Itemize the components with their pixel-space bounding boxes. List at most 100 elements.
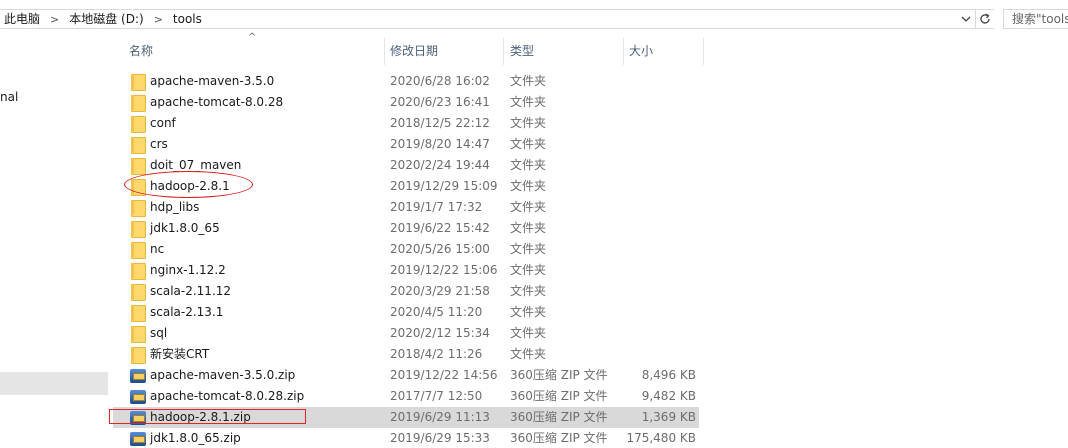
file-date: 2019/6/22 15:42 (390, 221, 490, 235)
table-row[interactable]: nginx-1.12.2 2019/12/22 15:06 文件夹 (113, 260, 699, 281)
file-date: 2019/12/22 14:56 (390, 368, 498, 382)
sort-ascending-icon: ^ (248, 32, 257, 43)
table-row[interactable]: apache-tomcat-8.0.28 2020/6/23 16:41 文件夹 (113, 92, 699, 113)
file-type: 360压缩 ZIP 文件 (510, 431, 608, 445)
file-type: 文件夹 (510, 74, 547, 88)
file-date: 2020/2/24 19:44 (390, 158, 490, 172)
file-type: 文件夹 (510, 326, 547, 340)
file-date: 2018/4/2 11:26 (390, 347, 483, 361)
column-divider[interactable] (384, 38, 385, 65)
folder-icon (130, 305, 146, 322)
table-row[interactable]: jdk1.8.0_65 2019/6/22 15:42 文件夹 (113, 218, 699, 239)
refresh-icon[interactable] (975, 10, 993, 28)
file-name: hdp_libs (150, 200, 200, 214)
address-bar: 此电脑 > 本地磁盘 (D:) > tools 搜索"tools" (0, 0, 1068, 38)
file-type: 文件夹 (510, 158, 547, 172)
folder-icon (130, 200, 146, 217)
breadcrumb-this-pc[interactable]: 此电脑 (0, 10, 44, 28)
file-date: 2019/12/29 15:09 (390, 179, 498, 193)
column-divider[interactable] (503, 38, 504, 65)
file-date: 2019/1/7 17:32 (390, 200, 483, 214)
table-row[interactable]: apache-tomcat-8.0.28.zip 2017/7/7 12:50 36… (113, 386, 699, 407)
table-row[interactable]: scala-2.11.12 2020/3/29 21:58 文件夹 (113, 281, 699, 302)
file-name: nginx-1.12.2 (150, 263, 226, 277)
file-name: apache-maven-3.5.0 (150, 74, 275, 88)
breadcrumb-drive-d[interactable]: 本地磁盘 (D:) (65, 10, 147, 28)
file-date: 2020/2/12 15:34 (390, 326, 490, 340)
table-row[interactable]: sql 2020/2/12 15:34 文件夹 (113, 323, 699, 344)
navigation-pane: nal (0, 38, 108, 448)
file-size: 1,369 KB (641, 410, 696, 424)
file-name: jdk1.8.0_65 (150, 221, 220, 235)
file-name: crs (150, 137, 168, 151)
file-type: 360压缩 ZIP 文件 (510, 368, 608, 382)
table-row[interactable]: apache-maven-3.5.0.zip 2019/12/22 14:56 36… (113, 365, 699, 386)
zip-icon (130, 431, 146, 446)
table-row[interactable]: apache-maven-3.5.0 2020/6/28 16:02 文件夹 (113, 71, 699, 92)
file-date: 2019/6/29 11:13 (390, 410, 490, 424)
file-name: scala-2.11.12 (150, 284, 232, 298)
folder-icon (130, 242, 146, 259)
zip-icon (130, 389, 146, 404)
folder-icon (130, 158, 146, 175)
file-type: 文件夹 (510, 95, 547, 109)
column-header-date[interactable]: 修改日期 (390, 38, 438, 65)
file-name: jdk1.8.0_65.zip (150, 431, 241, 445)
table-row[interactable]: scala-2.13.1 2020/4/5 11:20 文件夹 (113, 302, 699, 323)
file-date: 2019/6/29 15:33 (390, 431, 490, 445)
breadcrumb-tools[interactable]: tools (169, 10, 206, 28)
nav-item[interactable]: nal (0, 90, 18, 104)
file-type: 文件夹 (510, 137, 547, 151)
table-row[interactable]: 新安装CRT 2018/4/2 11:26 文件夹 (113, 344, 699, 365)
file-type: 文件夹 (510, 305, 547, 319)
file-type: 文件夹 (510, 179, 547, 193)
file-size: 9,482 KB (641, 389, 696, 403)
file-type: 文件夹 (510, 221, 547, 235)
file-type: 文件夹 (510, 116, 547, 130)
file-date: 2020/5/26 15:00 (390, 242, 490, 256)
column-header-size[interactable]: 大小 (629, 38, 653, 65)
zip-icon (130, 368, 146, 383)
column-header-name[interactable]: 名称 (129, 38, 153, 65)
column-header-type[interactable]: 类型 (510, 38, 534, 65)
file-name: conf (150, 116, 176, 130)
nav-item-selected[interactable] (0, 372, 108, 395)
file-size: 8,496 KB (641, 368, 696, 382)
search-input[interactable]: 搜索"tools" (1003, 9, 1068, 29)
table-row[interactable]: crs 2019/8/20 14:47 文件夹 (113, 134, 699, 155)
folder-icon (130, 74, 146, 91)
table-row[interactable]: hdp_libs 2019/1/7 17:32 文件夹 (113, 197, 699, 218)
table-row[interactable]: nc 2020/5/26 15:00 文件夹 (113, 239, 699, 260)
file-date: 2017/7/7 12:50 (390, 389, 483, 403)
chevron-right-icon[interactable]: > (44, 13, 65, 26)
chevron-right-icon[interactable]: > (148, 13, 169, 26)
file-name: apache-tomcat-8.0.28 (150, 95, 284, 109)
annotation-rectangle (109, 409, 306, 424)
file-date: 2020/4/5 11:20 (390, 305, 483, 319)
folder-icon (130, 326, 146, 343)
file-name: apache-tomcat-8.0.28.zip (150, 389, 305, 403)
table-row[interactable]: jdk1.8.0_65.zip 2019/6/29 15:33 360压缩 ZIP … (113, 428, 699, 448)
file-date: 2020/6/23 16:41 (390, 95, 490, 109)
file-type: 文件夹 (510, 263, 547, 277)
folder-icon (130, 284, 146, 301)
breadcrumb[interactable]: 此电脑 > 本地磁盘 (D:) > tools (0, 9, 994, 29)
file-type: 文件夹 (510, 200, 547, 214)
file-name: sql (150, 326, 168, 340)
file-name: apache-maven-3.5.0.zip (150, 368, 296, 382)
file-date: 2019/12/22 15:06 (390, 263, 498, 277)
file-type: 文件夹 (510, 242, 547, 256)
address-dropdown-icon[interactable] (958, 10, 974, 28)
folder-icon (130, 263, 146, 280)
folder-icon (130, 221, 146, 238)
table-row[interactable]: conf 2018/12/5 22:12 文件夹 (113, 113, 699, 134)
folder-icon (130, 137, 146, 154)
file-size: 175,480 KB (626, 431, 696, 445)
file-name: 新安装CRT (150, 347, 210, 361)
file-name: scala-2.13.1 (150, 305, 224, 319)
file-date: 2020/3/29 21:58 (390, 284, 490, 298)
column-divider[interactable] (623, 38, 624, 65)
file-date: 2019/8/20 14:47 (390, 137, 490, 151)
folder-icon (130, 95, 146, 112)
column-divider[interactable] (703, 38, 704, 65)
